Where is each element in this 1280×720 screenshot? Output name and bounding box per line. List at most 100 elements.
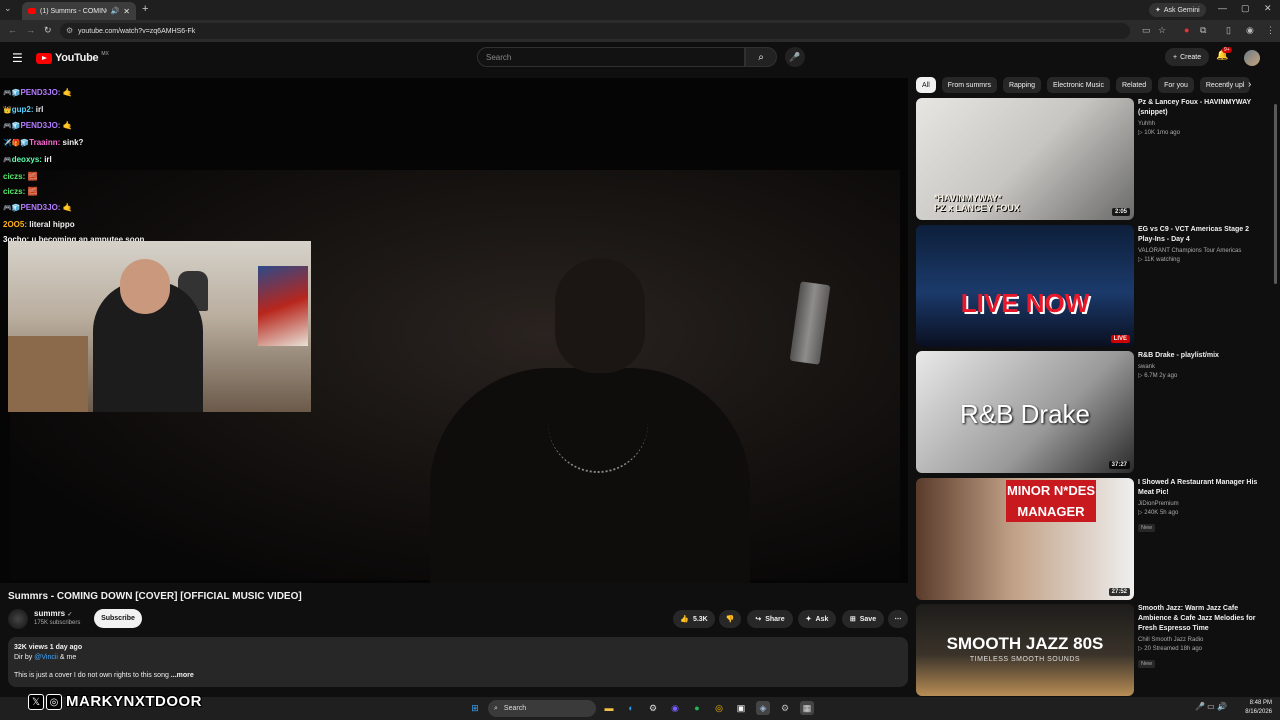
thumbs-up-icon: 👍 [680, 616, 689, 623]
share-button[interactable]: ↪ Share [747, 610, 793, 628]
hamburger-menu-icon[interactable]: ☰ [12, 51, 23, 65]
recommendation-thumbnail[interactable]: MINOR N*DES MANAGER 27:52 [916, 478, 1134, 600]
like-button[interactable]: 👍 5.3K [673, 610, 715, 628]
account-avatar[interactable] [1244, 50, 1260, 66]
video-title: Summrs - COMING DOWN [COVER] [OFFICIAL M… [8, 591, 302, 602]
filter-chip[interactable]: Related [1116, 77, 1153, 93]
spotify-icon[interactable]: ● [690, 701, 704, 715]
webcam-face [120, 259, 170, 314]
back-icon[interactable]: ← [8, 25, 17, 35]
recommendation-thumbnail[interactable]: LIVE NOW LIVE [916, 225, 1134, 347]
steam-icon[interactable]: ◈ [756, 701, 770, 715]
recommendation-meta: ▷ 20 Streamed 18h ago [1138, 645, 1263, 652]
recommendation-item[interactable]: MINOR N*DES MANAGER 27:52 I Showed A Res… [916, 478, 1276, 600]
system-tray[interactable]: 🎤 ▭ 🔊 [1195, 702, 1227, 711]
clock[interactable]: 8:48 PM 8/16/2026 [1238, 699, 1272, 717]
subscribe-button[interactable]: Subscribe [94, 609, 142, 628]
filter-chip[interactable]: For you [1158, 77, 1194, 93]
channel-avatar[interactable] [8, 609, 28, 629]
edge-icon[interactable]: ◐ [624, 701, 638, 715]
filter-chip[interactable]: All [916, 77, 936, 93]
filter-chip[interactable]: Rapping [1002, 77, 1042, 93]
recommendation-channel[interactable]: JiDionPremium [1138, 501, 1263, 507]
recommendation-thumbnail[interactable]: SMOOTH JAZZ 80S TIMELESS SMOOTH SOUNDS [916, 604, 1134, 696]
extensions-puzzle-icon[interactable]: ⧉ [1200, 25, 1206, 36]
recommendation-item[interactable]: R&B Drake 37:27 R&B Drake - playlist/mix… [916, 351, 1276, 473]
app-icon[interactable]: ⚙ [646, 701, 660, 715]
recommendation-title[interactable]: Pz & Lancey Foux - HAVINMYWAY (snippet) [1138, 98, 1263, 118]
minimize-icon[interactable]: — [1218, 3, 1227, 13]
recommendation-title[interactable]: Smooth Jazz: Warm Jazz Cafe Ambience & C… [1138, 604, 1263, 634]
windows-start-icon[interactable]: ⊞ [468, 701, 482, 715]
profile-icon[interactable]: ◉ [1246, 25, 1254, 36]
youtube-play-icon [36, 52, 52, 64]
recommendation-meta: ▷ 11K watching [1138, 256, 1263, 263]
recommendation-item[interactable]: SMOOTH JAZZ 80S TIMELESS SMOOTH SOUNDS S… [916, 604, 1276, 696]
chrome-icon[interactable]: ◎ [712, 701, 726, 715]
mention-link[interactable]: @Vincii [34, 654, 58, 661]
taskbar-search[interactable]: ⌕ Search [488, 700, 596, 717]
app-icon[interactable]: ▣ [734, 701, 748, 715]
chat-message: ciczs: 🧱 [3, 184, 144, 200]
reload-icon[interactable]: ↻ [44, 25, 52, 36]
recommendation-channel[interactable]: swank [1138, 364, 1263, 370]
more-actions-button[interactable]: ⋯ [888, 610, 908, 628]
chat-username: PEND3JO: [20, 121, 61, 131]
extension-icon[interactable]: ● [1184, 25, 1189, 35]
thumbnail-caption: R&B Drake [959, 399, 1091, 429]
filter-chip[interactable]: Recently upl [1199, 77, 1251, 93]
recommendation-title[interactable]: EG vs C9 - VCT Americas Stage 2 Play-Ins… [1138, 225, 1263, 245]
recommendation-item[interactable]: LIVE NOW LIVE EG vs C9 - VCT Americas St… [916, 225, 1276, 347]
menu-dots-icon[interactable]: ⋮ [1266, 25, 1275, 36]
browser-tab[interactable]: (1) Summrs - COMING DOV 🔊 ✕ [22, 2, 136, 20]
file-explorer-icon[interactable]: ▬ [602, 701, 616, 715]
recommendation-title[interactable]: R&B Drake - playlist/mix [1138, 351, 1263, 361]
sidebar-icon[interactable]: ▯ [1226, 25, 1231, 36]
site-info-icon[interactable]: ⚙ [66, 26, 73, 35]
chevron-right-icon[interactable]: › [1248, 79, 1251, 90]
recommendation-channel[interactable]: VALORANT Champions Tour Americas [1138, 248, 1263, 254]
ask-button[interactable]: ✦ Ask [798, 610, 836, 628]
more-link[interactable]: ...more [169, 672, 194, 679]
recommendation-channel[interactable]: Chill Smooth Jazz Radio [1138, 637, 1263, 643]
chat-username: 2OO5: [3, 219, 28, 229]
search-input[interactable]: Search [477, 47, 745, 67]
filter-chip[interactable]: Electronic Music [1047, 77, 1110, 93]
meta-text: 240K 5h ago [1144, 510, 1179, 516]
scrollbar-thumb[interactable] [1274, 104, 1277, 284]
app-icon[interactable]: ◉ [668, 701, 682, 715]
save-button[interactable]: ⊞ Save [842, 610, 884, 628]
settings-icon[interactable]: ⚙ [778, 701, 792, 715]
filter-chip[interactable]: From summrs [941, 77, 997, 93]
tab-close-icon[interactable]: ✕ [123, 7, 130, 16]
maximize-icon[interactable]: ▢ [1241, 3, 1250, 14]
recommendation-thumbnail[interactable]: R&B Drake 37:27 [916, 351, 1134, 473]
recommendation-channel[interactable]: Yuhhh [1138, 121, 1263, 127]
tab-search-icon[interactable]: ⌄ [4, 3, 12, 14]
verified-icon: ✓ [67, 612, 73, 618]
recommendation-thumbnail[interactable]: *HAVINMYWAY* PZ x LANCEY FOUX 2:05 [916, 98, 1134, 220]
youtube-logo[interactable]: YouTube MX [36, 51, 109, 64]
ask-gemini-button[interactable]: ✦ Ask Gemini [1149, 3, 1206, 17]
youtube-masthead: ☰ YouTube MX Search ⌕ 🎤 + Create 🔔 9+ [0, 42, 1280, 74]
cast-icon[interactable]: ▭ [1142, 25, 1151, 36]
new-tab-button[interactable]: + [142, 3, 148, 15]
video-description[interactable]: 32K views 1 day ago Dir by @Vincii & me … [8, 637, 908, 687]
recommendation-item[interactable]: *HAVINMYWAY* PZ x LANCEY FOUX 2:05 Pz & … [916, 98, 1276, 220]
app-icon[interactable]: ▦ [800, 701, 814, 715]
close-window-icon[interactable]: ✕ [1264, 3, 1272, 14]
forward-icon[interactable]: → [26, 25, 35, 35]
save-icon: ⊞ [849, 616, 856, 623]
channel-name[interactable]: summrs ✓ [34, 609, 72, 618]
recommendation-title[interactable]: I Showed A Restaurant Manager His Meat P… [1138, 478, 1263, 498]
chat-badge-icon: 🎮 [3, 156, 12, 164]
address-bar[interactable]: ⚙ youtube.com/watch?v=zq6AMHS6-Fk [60, 23, 1130, 39]
voice-search-button[interactable]: 🎤 [785, 47, 805, 67]
page-scrollbar[interactable] [1273, 74, 1278, 694]
notifications-button[interactable]: 🔔 9+ [1216, 47, 1232, 61]
chat-badge-icon: 🎮🧊 [3, 204, 21, 212]
search-button[interactable]: ⌕ [745, 47, 777, 67]
dislike-button[interactable]: 👎 [719, 610, 741, 628]
create-button[interactable]: + Create [1165, 48, 1210, 66]
bookmark-star-icon[interactable]: ☆ [1158, 25, 1166, 36]
